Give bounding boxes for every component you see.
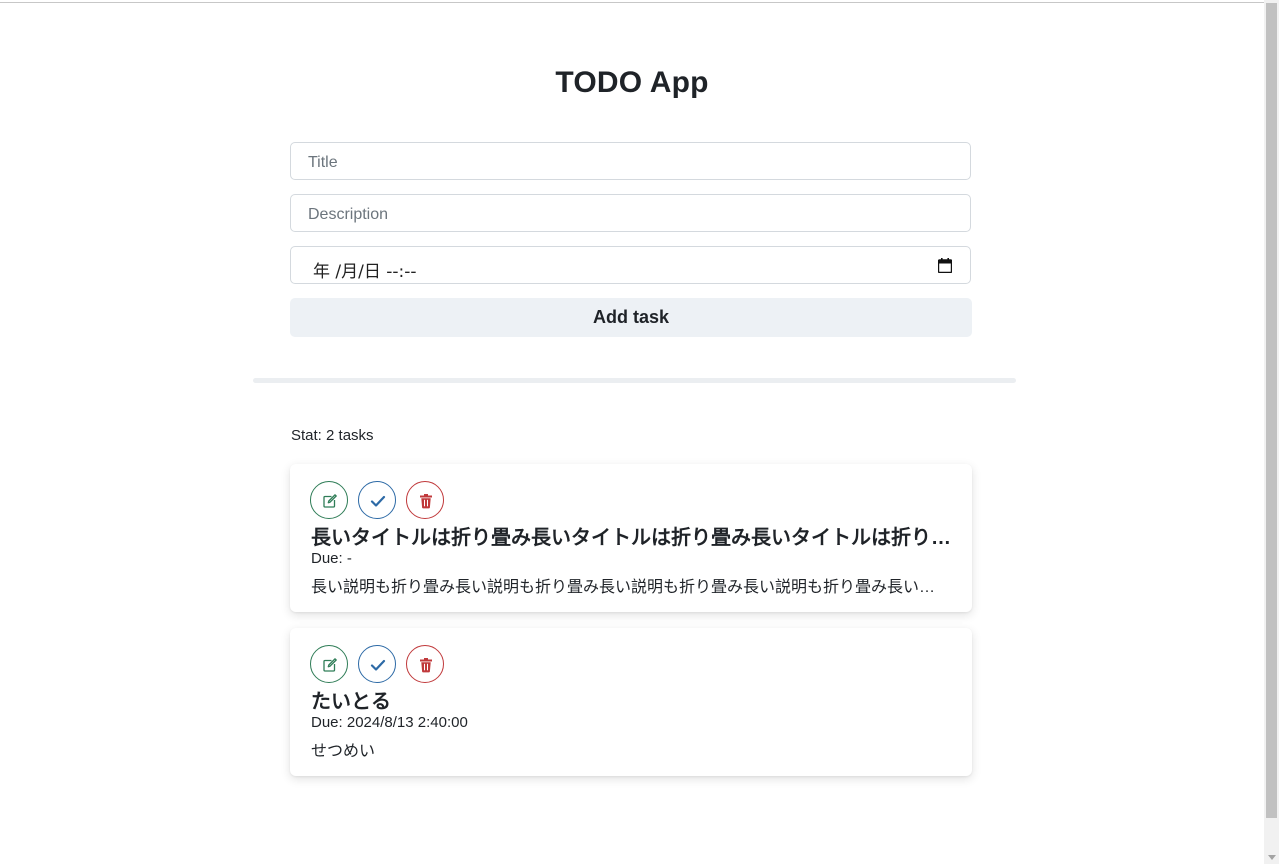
scrollbar-thumb[interactable] bbox=[1266, 3, 1277, 818]
edit-button[interactable] bbox=[310, 645, 348, 683]
scroll-down-arrow-icon[interactable] bbox=[1268, 855, 1276, 860]
trash-icon bbox=[420, 658, 432, 673]
check-icon bbox=[370, 659, 386, 671]
edit-button[interactable] bbox=[310, 481, 348, 519]
datetime-value: 年 /月/日 --:-- bbox=[313, 262, 417, 282]
description-input[interactable]: Description bbox=[290, 194, 971, 232]
task-title: 長いタイトルは折り畳み長いタイトルは折り畳み長いタイトルは折り畳み長いタイトルは… bbox=[311, 527, 951, 549]
section-divider bbox=[253, 378, 1016, 383]
task-title: たいとる bbox=[311, 691, 391, 713]
edit-icon bbox=[323, 658, 337, 672]
vertical-scrollbar[interactable] bbox=[1264, 0, 1279, 864]
add-task-button[interactable]: Add task bbox=[290, 298, 972, 337]
task-due: Due: 2024/8/13 2:40:00 bbox=[311, 714, 468, 731]
edit-icon bbox=[323, 494, 337, 508]
description-placeholder: Description bbox=[308, 206, 389, 223]
check-icon bbox=[370, 495, 386, 507]
due-datetime-input[interactable]: 年 /月/日 --:-- bbox=[290, 246, 971, 284]
task-stat: Stat: 2 tasks bbox=[291, 427, 374, 444]
complete-button[interactable] bbox=[358, 645, 396, 683]
calendar-icon[interactable] bbox=[938, 258, 952, 273]
task-card: たいとる Due: 2024/8/13 2:40:00 せつめい bbox=[290, 628, 972, 776]
complete-button[interactable] bbox=[358, 481, 396, 519]
task-card: 長いタイトルは折り畳み長いタイトルは折り畳み長いタイトルは折り畳み長いタイトルは… bbox=[290, 464, 972, 612]
task-description: せつめい bbox=[311, 743, 376, 760]
delete-button[interactable] bbox=[406, 481, 444, 519]
title-input[interactable]: Title bbox=[290, 142, 971, 180]
trash-icon bbox=[420, 494, 432, 509]
page-title: TODO App bbox=[555, 66, 709, 99]
task-due: Due: - bbox=[311, 550, 352, 567]
window-top-border bbox=[0, 2, 1279, 3]
task-description: 長い説明も折り畳み長い説明も折り畳み長い説明も折り畳み長い説明も折り畳み長い説明… bbox=[311, 579, 951, 596]
title-placeholder: Title bbox=[308, 154, 338, 171]
delete-button[interactable] bbox=[406, 645, 444, 683]
